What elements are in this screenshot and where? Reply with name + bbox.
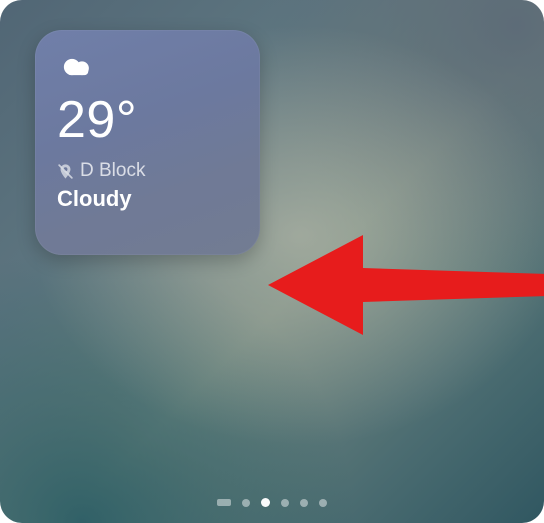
weather-widget[interactable]: 29° D Block Cloudy bbox=[35, 30, 260, 255]
cloud-icon bbox=[57, 53, 97, 81]
temperature-value: 29° bbox=[57, 94, 238, 146]
page-indicator[interactable] bbox=[0, 498, 544, 507]
page-dot-1[interactable] bbox=[242, 499, 250, 507]
location-label: D Block bbox=[80, 160, 145, 182]
condition-label: Cloudy bbox=[57, 186, 238, 212]
annotation-arrow bbox=[268, 230, 544, 340]
weather-icon-row bbox=[57, 50, 238, 84]
page-dot-5[interactable] bbox=[319, 499, 327, 507]
home-screen[interactable]: 29° D Block Cloudy bbox=[0, 0, 544, 523]
page-dot-3[interactable] bbox=[281, 499, 289, 507]
location-row: D Block bbox=[57, 160, 238, 182]
location-off-icon bbox=[57, 163, 74, 180]
page-dot-4[interactable] bbox=[300, 499, 308, 507]
page-dot-2[interactable] bbox=[261, 498, 270, 507]
page-dot-today[interactable] bbox=[217, 499, 231, 506]
